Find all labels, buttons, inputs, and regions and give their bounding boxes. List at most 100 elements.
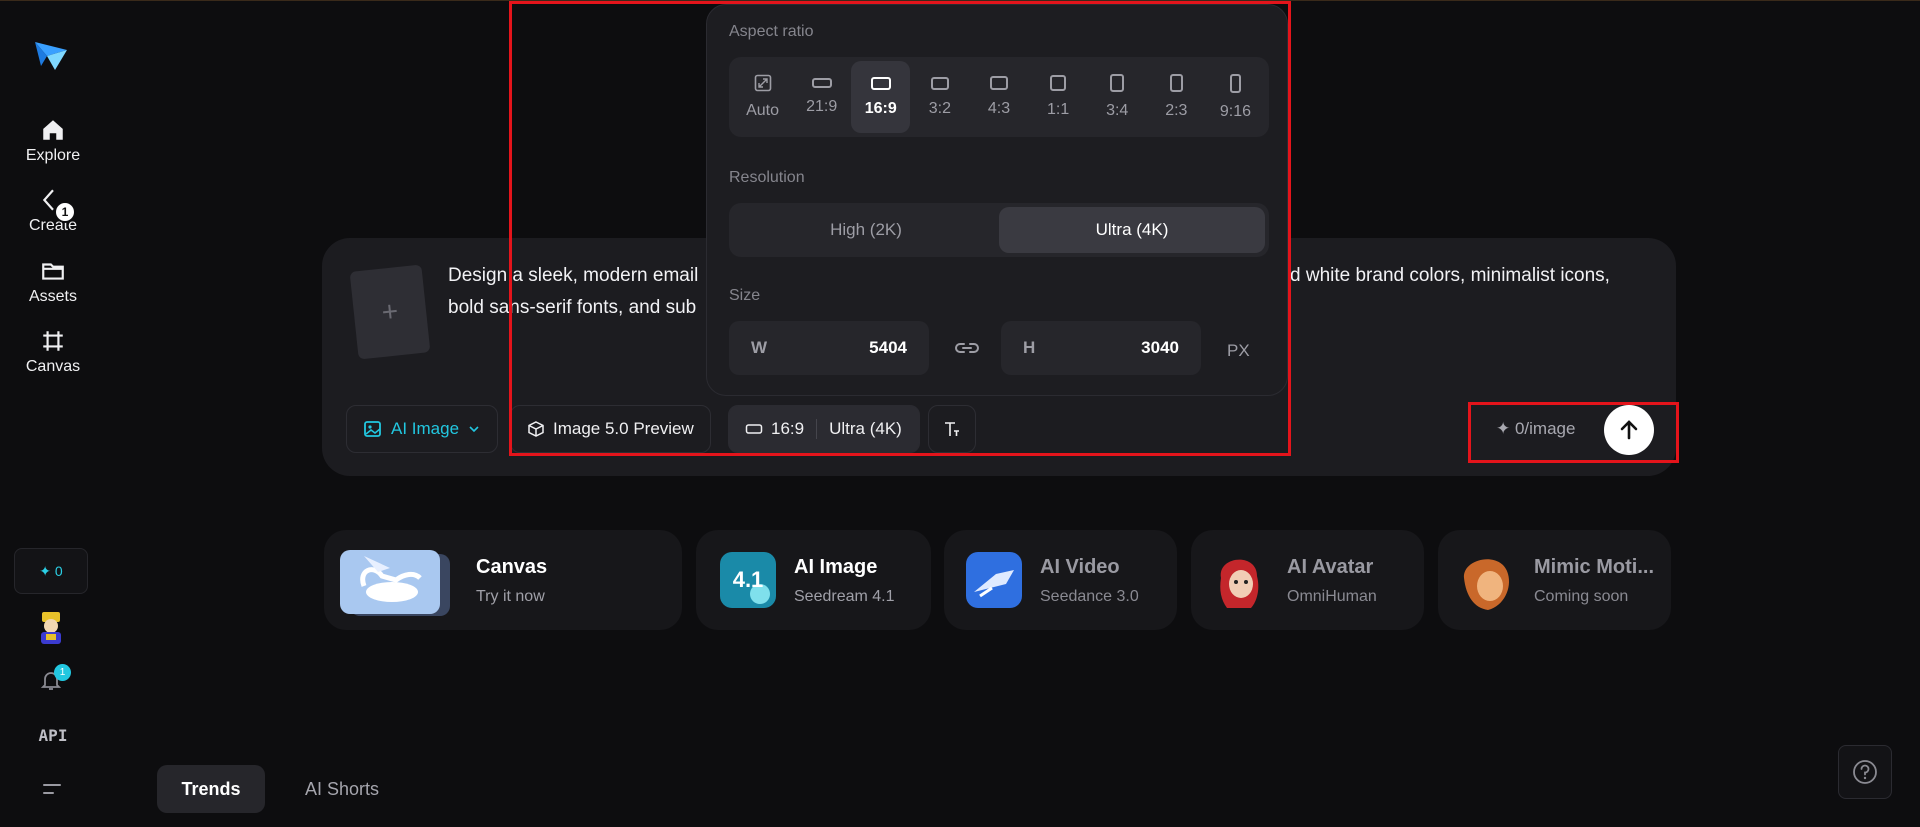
- tab-ai-shorts[interactable]: AI Shorts: [286, 765, 398, 813]
- ratio-label: 9:16: [1219, 102, 1251, 120]
- ratio-option-3-4[interactable]: 3:4: [1088, 61, 1147, 133]
- ratio-option-1-1[interactable]: 1:1: [1029, 61, 1088, 133]
- credit-cost-label: ✦ 0/image: [1496, 419, 1576, 438]
- text-style-button[interactable]: [928, 405, 976, 453]
- avatar-character-image: [1220, 559, 1259, 608]
- folder-icon: [42, 263, 64, 280]
- ratio-option-2-3[interactable]: 2:3: [1147, 61, 1206, 133]
- selected-resolution-label: Ultra (4K): [829, 419, 902, 438]
- top-border: [0, 0, 1920, 1]
- help-button[interactable]: [1838, 745, 1892, 799]
- ratio-option-4-3[interactable]: 4:3: [969, 61, 1028, 133]
- card-title: Mimic Moti...: [1534, 556, 1654, 578]
- feature-card-ai-image[interactable]: 4.1 AI Image Seedream 4.1: [696, 530, 931, 630]
- ratio-label: 2:3: [1165, 102, 1188, 119]
- sidebar-item-explore[interactable]: Explore: [0, 117, 106, 165]
- ratio-label: 16:9: [864, 99, 897, 117]
- question-mark-icon: [1853, 760, 1877, 784]
- auto-ratio-icon: [754, 74, 771, 92]
- model-label: Image 5.0 Preview: [553, 419, 694, 438]
- card-title: AI Video: [1040, 556, 1120, 578]
- feature-card-mimic-motion[interactable]: Mimic Moti... Coming soon: [1438, 530, 1671, 630]
- sidebar: Explore Create 1 Assets Canvas ✦ 0 1 API: [0, 0, 106, 827]
- mimic-motion-image: [1463, 559, 1510, 610]
- chip-divider: [816, 419, 818, 439]
- generation-type-dropdown[interactable]: AI Image: [346, 405, 499, 453]
- notification-count-badge: 1: [54, 664, 71, 681]
- height-value: 3040: [1141, 338, 1179, 357]
- card-title: AI Avatar: [1287, 556, 1374, 578]
- canvas-pegasus-thumbnail: [340, 550, 450, 616]
- plus-icon: +: [380, 295, 400, 328]
- link-dimensions-icon[interactable]: [953, 338, 981, 358]
- ratio-shape-icon: [1229, 73, 1241, 93]
- card-subtitle: Seedream 4.1: [794, 588, 895, 605]
- height-field[interactable]: H 3040: [1001, 321, 1201, 375]
- card-subtitle: Seedance 3.0: [1040, 588, 1139, 605]
- ratio-label: 21:9: [806, 98, 838, 115]
- ratio-shape-icon: [1110, 74, 1125, 92]
- ratio-resolution-selector[interactable]: 16:9 Ultra (4K): [728, 405, 920, 453]
- feature-card-canvas[interactable]: Canvas Try it now: [324, 530, 682, 630]
- height-label: H: [1023, 338, 1036, 357]
- sidebar-item-label: Canvas: [25, 358, 81, 375]
- aspect-ratio-heading: Aspect ratio: [729, 23, 814, 40]
- seedream-version-badge: 4.1: [732, 567, 764, 592]
- ratio-option-21-9[interactable]: 21:9: [792, 61, 851, 133]
- tab-trends[interactable]: Trends: [157, 765, 265, 813]
- width-field[interactable]: W 5404: [729, 321, 929, 375]
- api-link[interactable]: API: [0, 726, 106, 745]
- arrow-up-icon: [1620, 420, 1638, 440]
- resolution-options: High (2K) Ultra (4K): [729, 203, 1269, 257]
- text-format-icon: [945, 422, 959, 436]
- sidebar-item-assets[interactable]: Assets: [0, 258, 106, 306]
- ratio-option-9-16[interactable]: 9:16: [1206, 61, 1265, 133]
- selected-ratio-label: 16:9: [771, 419, 805, 438]
- ratio-shape-icon: [1169, 74, 1183, 92]
- width-value: 5404: [869, 338, 907, 357]
- send-button[interactable]: [1604, 405, 1654, 455]
- prompt-line-2: bold sans-serif fonts, and sub: [448, 297, 697, 318]
- ratio-shape-icon: [989, 76, 1008, 90]
- ratio-option-3-2[interactable]: 3:2: [910, 61, 969, 133]
- ratio-shape-icon: [811, 78, 832, 88]
- unit-label: PX: [1227, 341, 1250, 360]
- aspect-ratio-options: Auto 21:9 16:9 3:2 4:3 1:1 3:4 2:3 9:16: [729, 57, 1269, 137]
- menu-icon[interactable]: [42, 780, 62, 798]
- cube-icon: [528, 421, 544, 437]
- sidebar-item-canvas[interactable]: Canvas: [0, 328, 106, 376]
- ratio-option-auto[interactable]: Auto: [733, 61, 792, 133]
- credits-balance-button[interactable]: ✦ 0: [14, 548, 88, 594]
- user-avatar[interactable]: [36, 610, 66, 644]
- feature-card-ai-video[interactable]: AI Video Seedance 3.0: [944, 530, 1177, 630]
- ratio-label: 4:3: [987, 100, 1011, 117]
- ratio-shape-icon: [1050, 75, 1067, 91]
- card-subtitle: Coming soon: [1534, 588, 1629, 605]
- ratio-option-16-9[interactable]: 16:9: [851, 61, 911, 133]
- canvas-frame-icon: [43, 331, 63, 351]
- card-subtitle: OmniHuman: [1287, 588, 1377, 605]
- upload-reference-button[interactable]: +: [349, 264, 431, 360]
- prompt-line-1-tail: d white brand colors, minimalist icons,: [1290, 265, 1610, 286]
- ai-image-icon: [364, 421, 381, 437]
- resolution-option-ultra[interactable]: Ultra (4K): [999, 207, 1265, 253]
- chevron-down-icon: [469, 426, 479, 433]
- resolution-option-high[interactable]: High (2K): [733, 207, 999, 253]
- card-title: AI Image: [794, 556, 878, 578]
- ratio-label: 3:2: [928, 99, 951, 117]
- generation-type-label: AI Image: [391, 419, 460, 438]
- seedance-app-icon: [966, 552, 1022, 608]
- ratio-settings-popover: Aspect ratio Auto 21:9 16:9 3:2 4:3 1:1: [706, 4, 1288, 396]
- sidebar-item-label: Explore: [25, 147, 81, 164]
- home-icon: [43, 120, 63, 140]
- size-heading: Size: [729, 287, 761, 304]
- prompt-line-1: Design a sleek, modern email: [448, 265, 699, 286]
- feature-card-ai-avatar[interactable]: AI Avatar OmniHuman: [1191, 530, 1424, 630]
- ratio-shape-icon: [870, 76, 891, 90]
- sidebar-item-create[interactable]: Create 1: [0, 187, 106, 235]
- model-selector[interactable]: Image 5.0 Preview: [510, 405, 711, 453]
- app-logo-icon[interactable]: [33, 36, 69, 72]
- ratio-label: 3:4: [1106, 102, 1129, 119]
- card-title: Canvas: [476, 556, 548, 578]
- create-count-badge: 1: [54, 201, 76, 223]
